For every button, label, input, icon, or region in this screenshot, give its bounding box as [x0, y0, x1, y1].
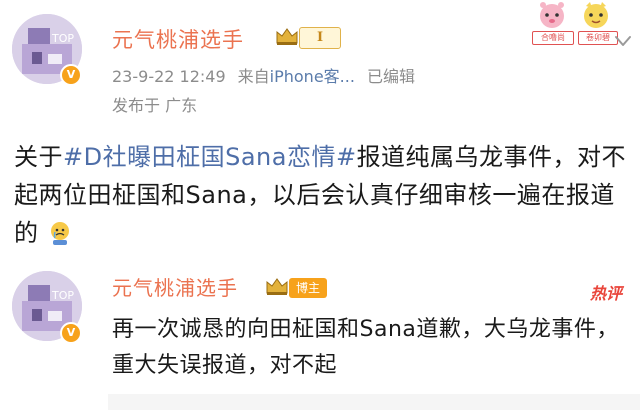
post-meta: 23-9-22 12:49 来自iPhone客... 已编辑: [112, 63, 415, 87]
svg-text:TOP: TOP: [51, 32, 74, 45]
hashtag-link[interactable]: #D社曝田柾国Sana恋情#: [63, 143, 357, 171]
author-badge: 博主: [289, 278, 327, 298]
post-username[interactable]: 元气桃浦选手: [112, 24, 244, 54]
source-device[interactable]: iPhone客...: [270, 67, 355, 86]
post-location: 发布于 广东: [112, 96, 198, 115]
level-badge[interactable]: I: [299, 27, 341, 49]
sticker-label: 合噜尚: [532, 31, 574, 45]
chevron-down-icon[interactable]: [612, 30, 634, 52]
svg-text:TOP: TOP: [51, 289, 74, 302]
crown-icon: [276, 28, 298, 45]
comment-text: 再一次诚恳的向田柾国和Sana道歉，大乌龙事件，重大失误报道，对不起: [112, 317, 619, 378]
reply-box[interactable]: [108, 394, 640, 410]
hot-comment-label: 热评: [590, 284, 623, 303]
verified-badge-icon: V: [60, 322, 82, 344]
edited-label[interactable]: 已编辑: [367, 67, 415, 86]
sticker-group[interactable]: 合噜尚 卷卯碧: [530, 0, 620, 45]
weibo-post-screen: TOP V 元气桃浦选手 I 23-9-22 12:49 来自iPhone客...…: [0, 0, 640, 410]
comment-username[interactable]: 元气桃浦选手: [112, 272, 238, 301]
source-prefix: 来自: [237, 67, 270, 86]
sad-face-emoji-icon: [50, 222, 69, 245]
verified-badge-icon: V: [60, 64, 82, 86]
post-timestamp: 23-9-22 12:49: [112, 67, 226, 86]
crown-icon: [266, 278, 288, 295]
post-text-prefix: 关于: [14, 143, 63, 171]
post-body: 关于#D社曝田柾国Sana恋情#报道纯属乌龙事件，对不起两位田柾国和Sana，以…: [14, 138, 628, 252]
